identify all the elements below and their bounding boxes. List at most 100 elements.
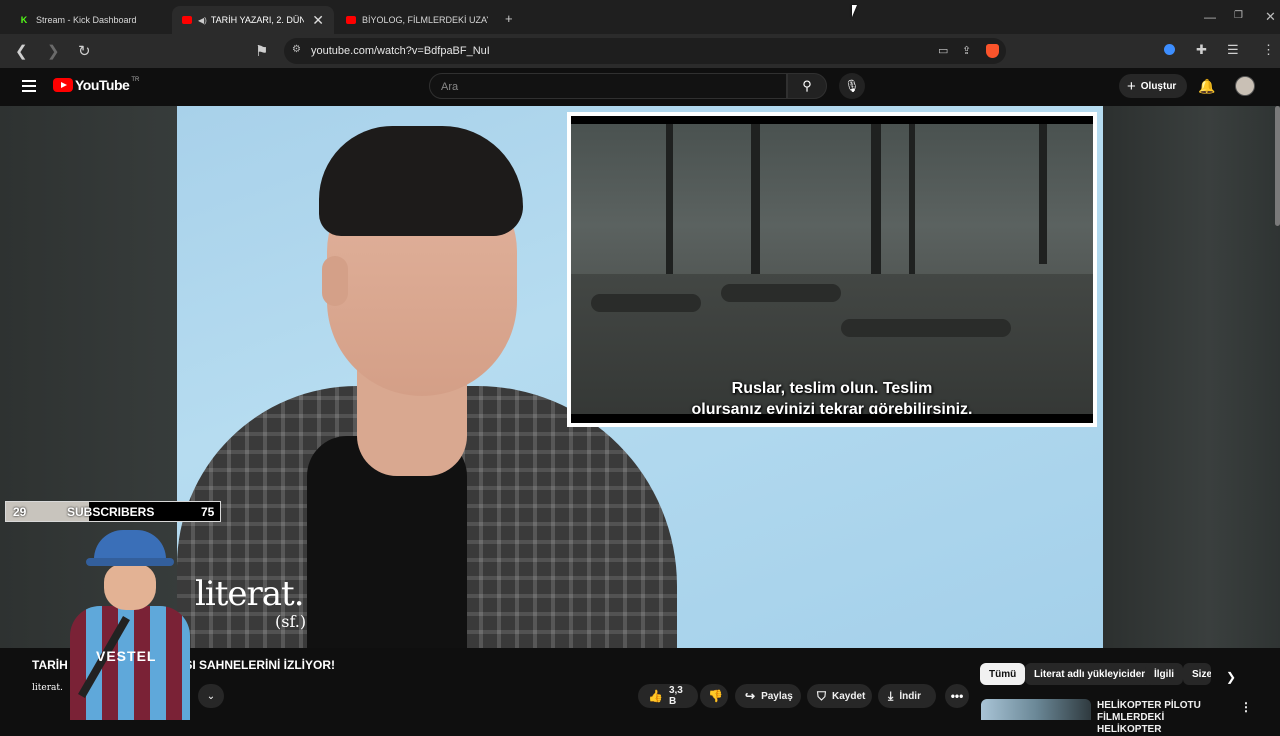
voice-search-button[interactable]: 🎙 <box>839 73 865 99</box>
tab-youtube-biyolog[interactable]: BİYOLOG, FİLMLERDEKİ UZAYLI SAHN <box>336 6 498 34</box>
clip-figure <box>591 294 701 312</box>
subscribe-options-button[interactable]: ⌄ <box>198 684 224 708</box>
youtube-icon <box>182 16 192 24</box>
streamer-face <box>104 564 156 610</box>
tab-title: BİYOLOG, FİLMLERDEKİ UZAYLI SAHN <box>362 15 488 25</box>
chevron-down-icon: ⌄ <box>206 690 216 702</box>
video-person-ear <box>322 256 348 306</box>
clip-tree <box>1039 124 1047 264</box>
share-button[interactable]: ↪ Paylaş <box>735 684 801 708</box>
country-code: TR <box>131 77 140 83</box>
clip-figure <box>721 284 841 302</box>
channel-avatar[interactable]: literat. <box>32 683 63 707</box>
extension-blue-icon[interactable] <box>1164 44 1175 55</box>
chip-for-you[interactable]: Size <box>1183 663 1211 685</box>
subtitle-line-1: Ruslar, teslim olun. Teslim <box>731 380 933 397</box>
cast-icon[interactable]: ▭ <box>938 44 948 57</box>
thumbs-up-icon: 👍 <box>648 689 663 703</box>
tab-title: Stream - Kick Dashboard <box>36 15 137 25</box>
chip-from-uploader[interactable]: Literat adlı yükleyiciden <box>1025 663 1157 685</box>
share-label: Paylaş <box>761 690 793 702</box>
restore-icon[interactable]: ❐ <box>1234 10 1243 21</box>
player-ambient-right <box>1103 106 1280 648</box>
subscriber-label: SUBSCRIBERS <box>67 505 155 519</box>
like-button[interactable]: 👍 3,3 B <box>638 684 698 708</box>
war-movie-clip: Ruslar, teslim olun. Teslim olursanız ev… <box>567 112 1097 427</box>
tab-youtube-active[interactable]: ◀) TARİH YAZARI, 2. DÜNYA S ✕ <box>172 6 334 34</box>
close-tab-icon[interactable]: ✕ <box>312 12 324 29</box>
menu-icon[interactable]: ⋮ <box>1262 42 1275 58</box>
like-count: 3,3 B <box>668 685 683 707</box>
streamer-hat-brim <box>86 558 174 566</box>
search-input[interactable]: Ara <box>429 73 787 99</box>
streamer-shirt-text: VESTEL <box>96 648 157 664</box>
video-player[interactable]: Ruslar, teslim olun. Teslim olursanız ev… <box>177 106 1103 648</box>
share-page-icon[interactable]: ⇪ <box>962 44 971 57</box>
forward-icon[interactable]: ❯ <box>47 42 60 60</box>
video-person-hair <box>319 126 523 236</box>
tab-kick-dashboard[interactable]: K Stream - Kick Dashboard <box>8 6 170 34</box>
download-icon: ⤓ <box>888 688 894 703</box>
mouse-cursor-icon <box>852 5 857 17</box>
clip-figure <box>841 319 1011 337</box>
search-placeholder: Ara <box>441 81 459 93</box>
channel-watermark: literat. <box>195 574 305 614</box>
notifications-bell-icon[interactable]: 🔔 <box>1198 78 1215 95</box>
reload-icon[interactable]: ↻ <box>78 42 91 60</box>
audio-playing-icon: ◀) <box>198 15 207 25</box>
thumbs-down-icon: 👎 <box>708 689 723 703</box>
download-label: İndir <box>899 690 921 702</box>
brave-shield-icon[interactable] <box>986 44 999 58</box>
subscriber-count: 29 <box>13 505 27 519</box>
microphone-icon: 🎙 <box>844 79 860 93</box>
url-text: youtube.com/watch?v=BdfpaBF_NuI <box>311 45 490 57</box>
more-horizontal-icon: ••• <box>950 689 964 703</box>
address-bar[interactable]: ⚙ youtube.com/watch?v=BdfpaBF_NuI ▭ ⇪ <box>284 38 1006 64</box>
youtube-icon <box>346 16 356 24</box>
clip-tree <box>666 124 673 274</box>
plus-icon: + <box>1127 77 1136 95</box>
more-actions-button[interactable]: ••• <box>945 684 969 708</box>
clip-scene: Ruslar, teslim olun. Teslim olursanız ev… <box>571 124 1093 414</box>
bookmark-save-icon: ⛉ <box>817 688 827 703</box>
clip-tree <box>751 124 760 284</box>
youtube-play-icon <box>53 78 73 92</box>
page-scrollbar[interactable] <box>1275 106 1280 226</box>
youtube-wordmark: YouTube <box>75 77 130 93</box>
chip-related[interactable]: İlgili <box>1145 663 1183 685</box>
search-button[interactable]: ⚲ <box>787 73 827 99</box>
account-avatar[interactable] <box>1235 76 1255 96</box>
download-button[interactable]: ⤓ İndir <box>878 684 936 708</box>
back-icon[interactable]: ❮ <box>15 42 28 60</box>
browser-tab-strip: K Stream - Kick Dashboard ◀) TARİH YAZAR… <box>0 0 1280 34</box>
youtube-logo[interactable]: YouTube TR <box>53 77 139 93</box>
youtube-header: YouTube TR Ara ⚲ 🎙 + Oluştur 🔔 <box>0 68 1280 106</box>
hamburger-menu-icon[interactable] <box>22 80 36 92</box>
dislike-button[interactable]: 👎 <box>700 684 728 708</box>
create-button[interactable]: + Oluştur <box>1119 74 1187 98</box>
close-window-icon[interactable]: ✕ <box>1265 9 1276 25</box>
save-label: Kaydet <box>832 690 866 702</box>
search-icon: ⚲ <box>802 78 812 93</box>
recommended-video-thumbnail[interactable] <box>981 699 1091 720</box>
minimize-icon[interactable]: — <box>1204 10 1216 24</box>
subtitle-line-2: olursanız evinizi tekrar görebilirsiniz. <box>691 401 973 414</box>
bookmark-icon[interactable]: ⚑ <box>255 42 268 60</box>
extensions-icon[interactable]: ✚ <box>1196 42 1207 58</box>
channel-watermark-sub: (sf.) <box>275 612 307 631</box>
clip-tree <box>871 124 881 289</box>
save-button[interactable]: ⛉ Kaydet <box>807 684 872 708</box>
recommended-more-icon[interactable]: ⋮ <box>1240 700 1252 714</box>
chip-all[interactable]: Tümü <box>980 663 1026 685</box>
site-info-icon[interactable]: ⚙ <box>292 44 301 55</box>
playlist-icon[interactable]: ☰ <box>1227 42 1239 58</box>
create-label: Oluştur <box>1140 80 1177 92</box>
subscriber-goal-bar: 29 SUBSCRIBERS 75 <box>5 501 221 522</box>
share-arrow-icon: ↪ <box>745 689 756 703</box>
recommended-video-title[interactable]: HELİKOPTER PİLOTU FİLMLERDEKİ HELİKOPTER <box>1097 700 1222 736</box>
new-tab-button[interactable]: + <box>505 11 513 26</box>
chevron-right-icon[interactable]: ❯ <box>1226 670 1236 684</box>
browser-toolbar: ❮ ❯ ↻ ⚑ ⚙ youtube.com/watch?v=BdfpaBF_Nu… <box>0 34 1280 68</box>
clip-tree <box>909 124 915 274</box>
kick-icon: K <box>20 15 28 25</box>
